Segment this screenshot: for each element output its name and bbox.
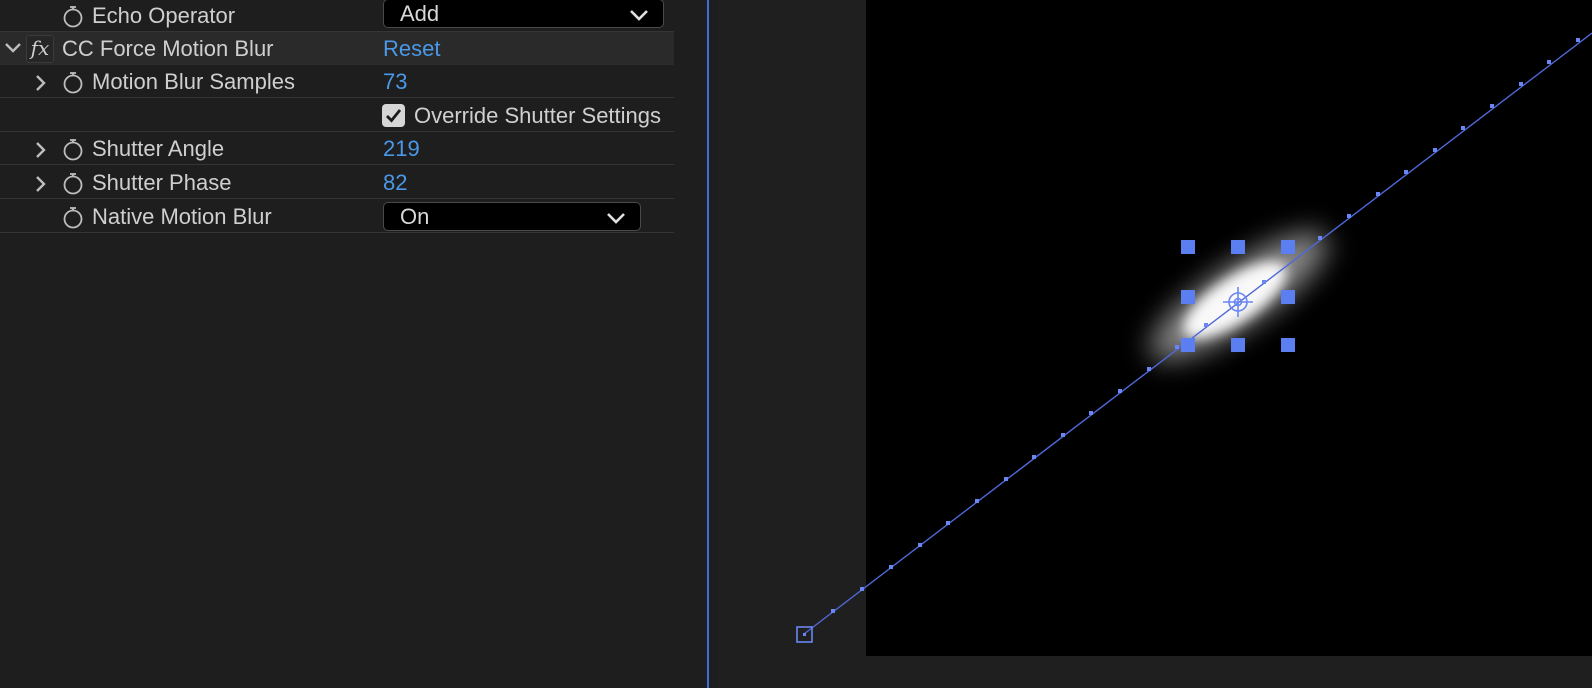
override-shutter-checkbox[interactable] [382, 104, 405, 127]
stopwatch-icon[interactable] [61, 171, 85, 195]
shutter-angle-value[interactable]: 219 [383, 132, 420, 165]
stopwatch-icon[interactable] [61, 4, 85, 28]
property-row-override-shutter: Override Shutter Settings [0, 99, 674, 132]
property-label: Shutter Angle [92, 136, 225, 161]
stopwatch-icon[interactable] [61, 205, 85, 229]
app-window: Echo Operator Add fx CC Force Motion Blu… [0, 0, 1592, 688]
property-row-shutter-phase: Shutter Phase 82 [0, 166, 674, 199]
composition-canvas [796, 0, 1592, 656]
echo-operator-dropdown[interactable]: Add [383, 0, 664, 28]
property-label: Native Motion Blur [92, 204, 272, 229]
dropdown-value: On [400, 204, 430, 229]
chevron-right-icon[interactable] [34, 166, 48, 199]
property-label: Motion Blur Samples [92, 69, 295, 94]
effect-controls-panel: Echo Operator Add fx CC Force Motion Blu… [0, 0, 708, 688]
chevron-down-icon[interactable] [4, 32, 21, 65]
property-row-echo-operator: Echo Operator Add [0, 0, 674, 32]
chevron-down-icon [629, 8, 649, 26]
reset-link[interactable]: Reset [383, 32, 440, 65]
composition-viewer[interactable] [717, 0, 1592, 688]
property-row-shutter-angle: Shutter Angle 219 [0, 132, 674, 165]
shutter-phase-value[interactable]: 82 [383, 166, 407, 199]
dropdown-value: Add [400, 1, 440, 26]
panel-divider[interactable] [707, 0, 709, 688]
fx-toggle-icon[interactable]: fx [26, 35, 54, 63]
chevron-right-icon[interactable] [34, 132, 48, 165]
native-motion-blur-dropdown[interactable]: On [383, 202, 641, 231]
checkbox-label: Override Shutter Settings [414, 103, 662, 128]
stopwatch-icon[interactable] [61, 137, 85, 161]
property-row-motion-blur-samples: Motion Blur Samples 73 [0, 65, 674, 98]
property-label: Shutter Phase [92, 170, 232, 195]
motion-blur-samples-value[interactable]: 73 [383, 65, 407, 98]
effect-header-cc-force-motion-blur: fx CC Force Motion Blur Reset [0, 32, 674, 65]
chevron-down-icon [606, 211, 626, 229]
checkmark-icon [386, 109, 402, 123]
stopwatch-icon[interactable] [61, 70, 85, 94]
chevron-right-icon[interactable] [34, 65, 48, 98]
property-row-native-motion-blur: Native Motion Blur On [0, 200, 674, 233]
property-label: Echo Operator [92, 3, 236, 28]
effect-name: CC Force Motion Blur [62, 36, 274, 61]
